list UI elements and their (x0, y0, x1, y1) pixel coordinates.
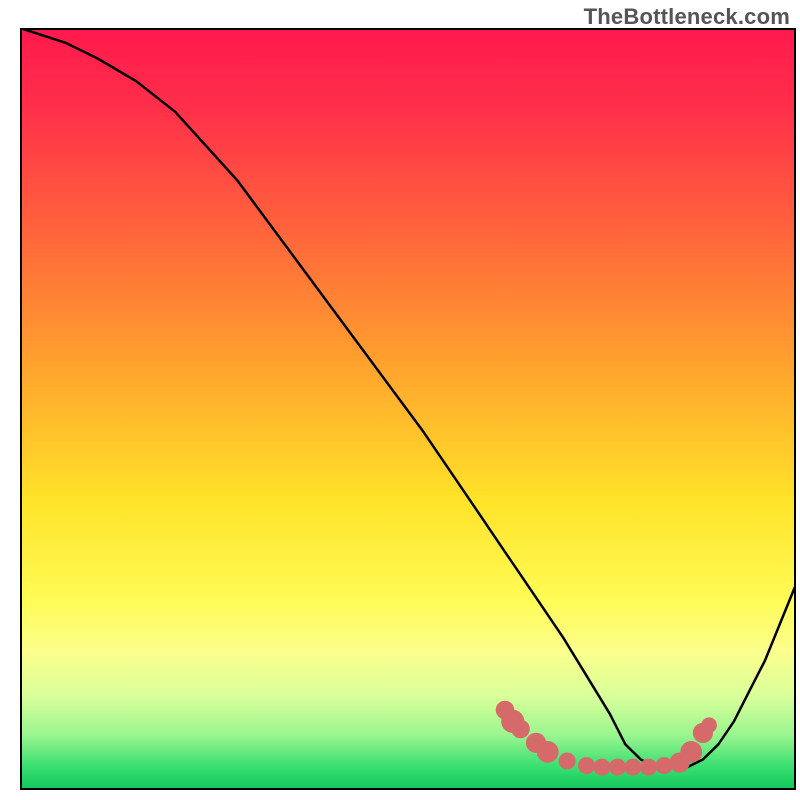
watermark-text: TheBottleneck.com (584, 4, 790, 30)
plot-border (20, 28, 796, 790)
chart-frame: TheBottleneck.com (0, 0, 800, 800)
